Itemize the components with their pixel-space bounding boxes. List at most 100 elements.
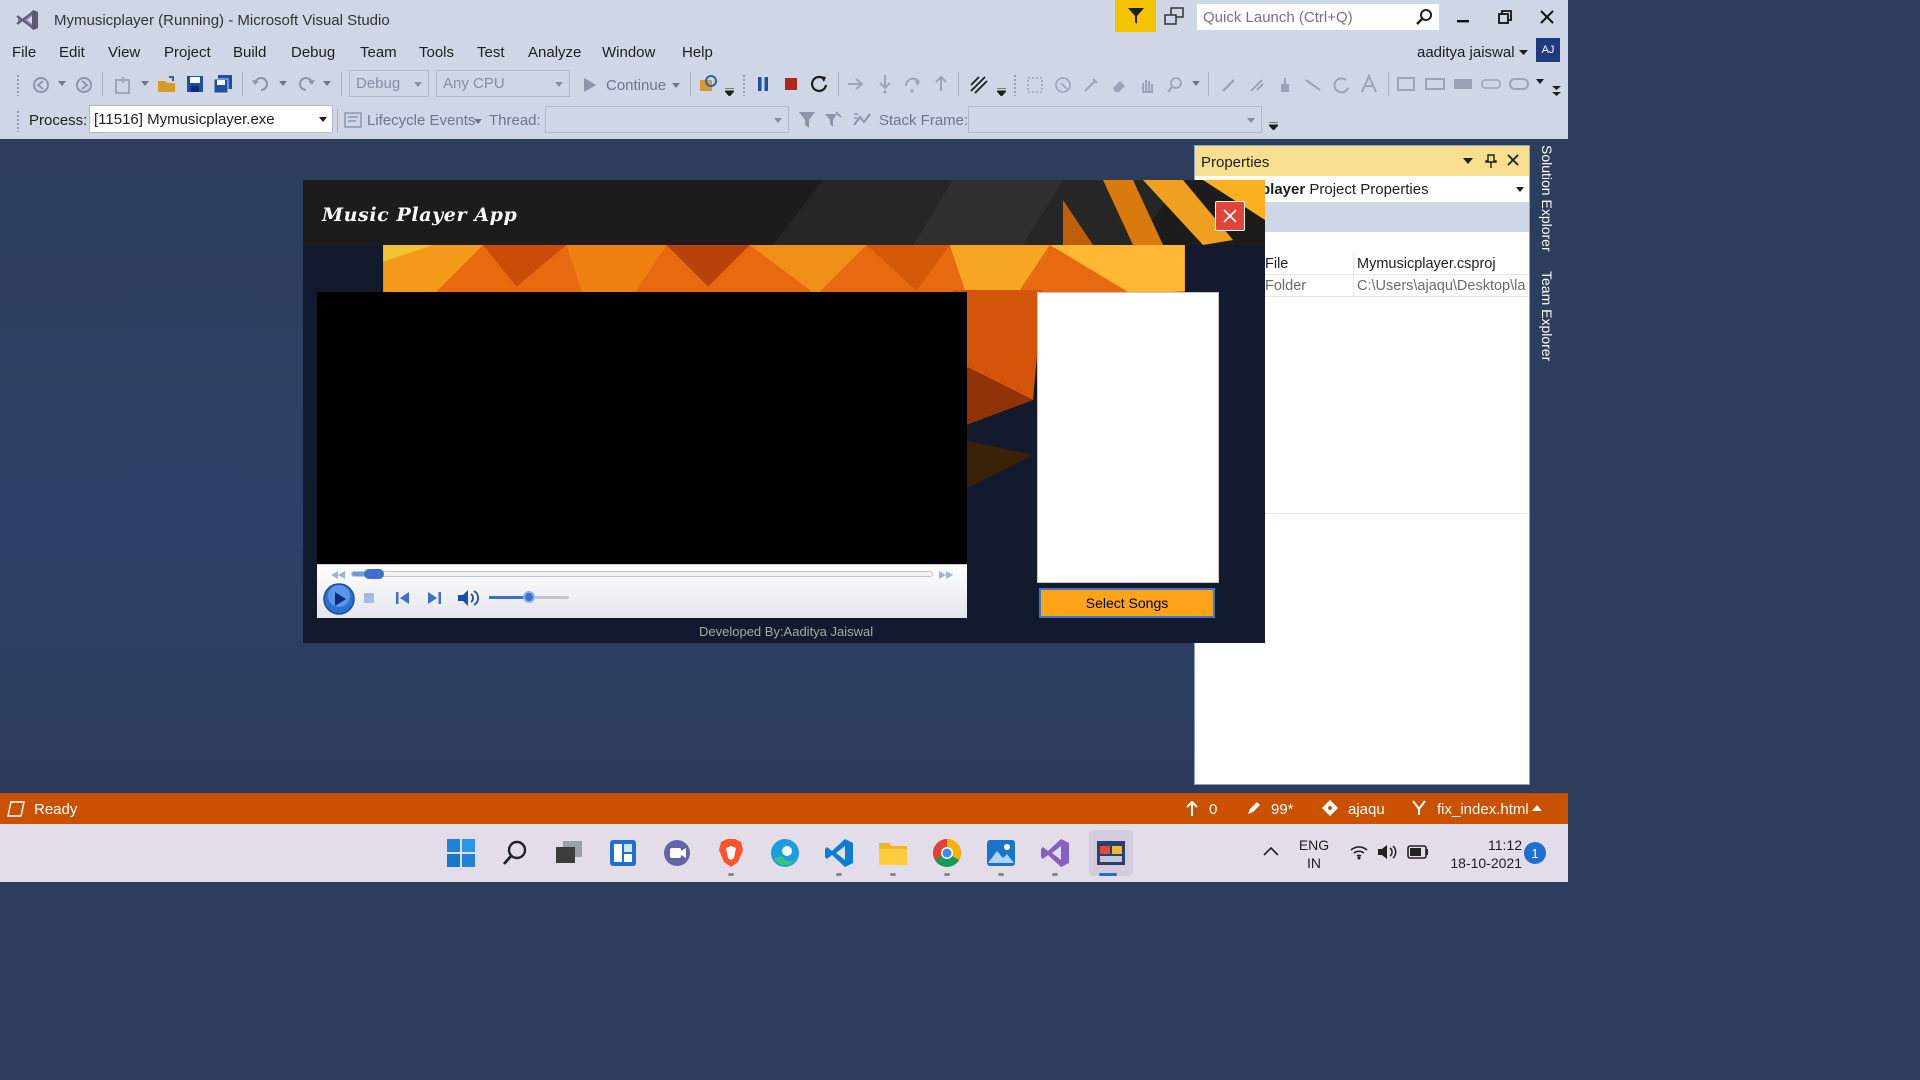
input-language[interactable]: ENG IN bbox=[1296, 836, 1332, 872]
volume-icon[interactable] bbox=[457, 589, 479, 607]
previous-track-icon[interactable] bbox=[395, 591, 411, 605]
teams-chat-icon[interactable] bbox=[659, 835, 695, 871]
chevron-down-icon[interactable] bbox=[323, 81, 331, 86]
menu-help[interactable]: Help bbox=[682, 44, 713, 61]
select-songs-button[interactable]: Select Songs bbox=[1039, 588, 1215, 618]
close-icon[interactable] bbox=[1507, 154, 1519, 166]
widgets-icon[interactable] bbox=[605, 835, 641, 871]
flag-filter-icon[interactable] bbox=[798, 111, 816, 129]
menu-project[interactable]: Project bbox=[164, 44, 211, 61]
back-icon[interactable] bbox=[32, 76, 50, 94]
zoom-icon[interactable] bbox=[1166, 76, 1184, 94]
arrow-up-icon[interactable] bbox=[1186, 801, 1198, 817]
menu-window[interactable]: Window bbox=[602, 44, 655, 61]
arc-icon[interactable] bbox=[1332, 76, 1350, 94]
chrome-icon[interactable] bbox=[929, 835, 965, 871]
vscode-icon[interactable] bbox=[821, 835, 857, 871]
overflow-icon[interactable] bbox=[725, 88, 734, 96]
rectangle-icon[interactable] bbox=[1397, 76, 1415, 92]
lifecycle-events-icon[interactable] bbox=[344, 112, 362, 128]
toolbar-grip[interactable] bbox=[16, 74, 20, 96]
pencil-icon[interactable] bbox=[1247, 801, 1261, 815]
toolbar-grip[interactable] bbox=[16, 110, 20, 132]
play-button[interactable] bbox=[323, 583, 355, 615]
show-next-statement-icon[interactable] bbox=[847, 76, 865, 92]
git-repo-icon[interactable] bbox=[1322, 800, 1338, 816]
step-into-icon[interactable] bbox=[877, 74, 893, 94]
restart-icon[interactable] bbox=[809, 74, 829, 94]
menu-tools[interactable]: Tools bbox=[419, 44, 454, 61]
quick-launch-input[interactable] bbox=[1203, 8, 1413, 26]
output-window-icon[interactable] bbox=[7, 801, 25, 817]
wifi-icon[interactable] bbox=[1350, 844, 1368, 860]
overflow-icon[interactable] bbox=[1269, 122, 1278, 130]
stop-icon[interactable] bbox=[363, 592, 375, 604]
pause-icon[interactable] bbox=[756, 76, 770, 92]
step-over-icon[interactable] bbox=[903, 74, 923, 94]
chevron-up-icon[interactable] bbox=[1532, 805, 1542, 811]
fast-forward-icon[interactable] bbox=[939, 571, 953, 579]
unpushed-commits-count[interactable]: 0 bbox=[1209, 801, 1217, 818]
highlighter-icon[interactable] bbox=[1248, 76, 1266, 94]
seek-bar[interactable] bbox=[351, 569, 933, 579]
attach-process-icon[interactable] bbox=[698, 74, 718, 94]
stack-frame-select[interactable] bbox=[968, 106, 1262, 133]
minimize-button[interactable] bbox=[1448, 6, 1478, 28]
toolbar-grip[interactable] bbox=[1013, 74, 1017, 96]
search-icon[interactable] bbox=[1415, 8, 1433, 26]
toolbar-grip[interactable] bbox=[742, 74, 746, 96]
chevron-down-icon[interactable] bbox=[474, 119, 482, 124]
thread-select[interactable] bbox=[545, 106, 789, 133]
select-element-icon[interactable] bbox=[1026, 76, 1044, 94]
brave-icon[interactable] bbox=[713, 835, 749, 871]
restore-button[interactable] bbox=[1490, 6, 1520, 28]
menu-view[interactable]: View bbox=[108, 44, 140, 61]
ellipse-icon[interactable] bbox=[1509, 76, 1529, 92]
pan-hand-icon[interactable] bbox=[1138, 76, 1156, 94]
process-select[interactable]: [11516] Mymusicplayer.exe bbox=[89, 105, 333, 133]
menu-test[interactable]: Test bbox=[477, 44, 505, 61]
line-icon[interactable] bbox=[1304, 76, 1322, 94]
platform-select[interactable]: Any CPU bbox=[436, 70, 570, 97]
app-close-button[interactable] bbox=[1215, 201, 1245, 231]
notification-filter-button[interactable] bbox=[1115, 0, 1156, 32]
chevron-up-icon[interactable] bbox=[1263, 846, 1279, 856]
redo-icon[interactable] bbox=[296, 75, 316, 93]
menu-file[interactable]: File bbox=[12, 44, 36, 61]
volume-slider[interactable] bbox=[489, 591, 569, 603]
notification-badge[interactable]: 1 bbox=[1524, 842, 1546, 864]
visual-studio-icon[interactable] bbox=[1037, 835, 1073, 871]
chevron-down-icon[interactable] bbox=[141, 81, 149, 86]
avatar[interactable]: AJ bbox=[1536, 38, 1560, 62]
branch-name[interactable]: fix_index.html bbox=[1437, 801, 1529, 818]
solution-config-select[interactable]: Debug bbox=[349, 70, 429, 97]
repository-name[interactable]: ajaqu bbox=[1348, 801, 1385, 818]
forward-icon[interactable] bbox=[75, 76, 93, 94]
menu-debug[interactable]: Debug bbox=[291, 44, 335, 61]
quick-launch-box[interactable] bbox=[1196, 3, 1440, 31]
eraser-icon[interactable] bbox=[1110, 76, 1128, 94]
song-playlist[interactable] bbox=[1037, 292, 1219, 583]
pen-icon[interactable] bbox=[1220, 76, 1238, 94]
chevron-down-icon[interactable] bbox=[58, 81, 66, 86]
hot-reload-icon[interactable] bbox=[969, 75, 989, 95]
file-explorer-icon[interactable] bbox=[875, 835, 911, 871]
save-all-icon[interactable] bbox=[213, 74, 233, 94]
git-branch-icon[interactable] bbox=[1410, 800, 1428, 816]
chevron-down-icon[interactable] bbox=[1463, 158, 1473, 164]
rectangle-wide-icon[interactable] bbox=[1425, 76, 1445, 92]
volume-icon[interactable] bbox=[1377, 844, 1397, 860]
inspect-icon[interactable] bbox=[1054, 76, 1072, 94]
rounded-rectangle-icon[interactable] bbox=[1481, 76, 1501, 92]
stop-icon[interactable] bbox=[784, 77, 798, 91]
windows-start-icon[interactable] bbox=[443, 835, 479, 871]
text-tool-icon[interactable] bbox=[1360, 74, 1378, 94]
pending-changes-count[interactable]: 99* bbox=[1271, 801, 1294, 818]
filled-rectangle-icon[interactable] bbox=[1453, 76, 1473, 92]
chevron-down-icon[interactable] bbox=[1519, 50, 1528, 56]
edge-icon[interactable] bbox=[767, 835, 803, 871]
continue-button[interactable]: Continue bbox=[580, 74, 684, 96]
menu-edit[interactable]: Edit bbox=[59, 44, 85, 61]
menu-build[interactable]: Build bbox=[233, 44, 266, 61]
clock[interactable]: 11:12 18-10-2021 bbox=[1440, 836, 1522, 872]
